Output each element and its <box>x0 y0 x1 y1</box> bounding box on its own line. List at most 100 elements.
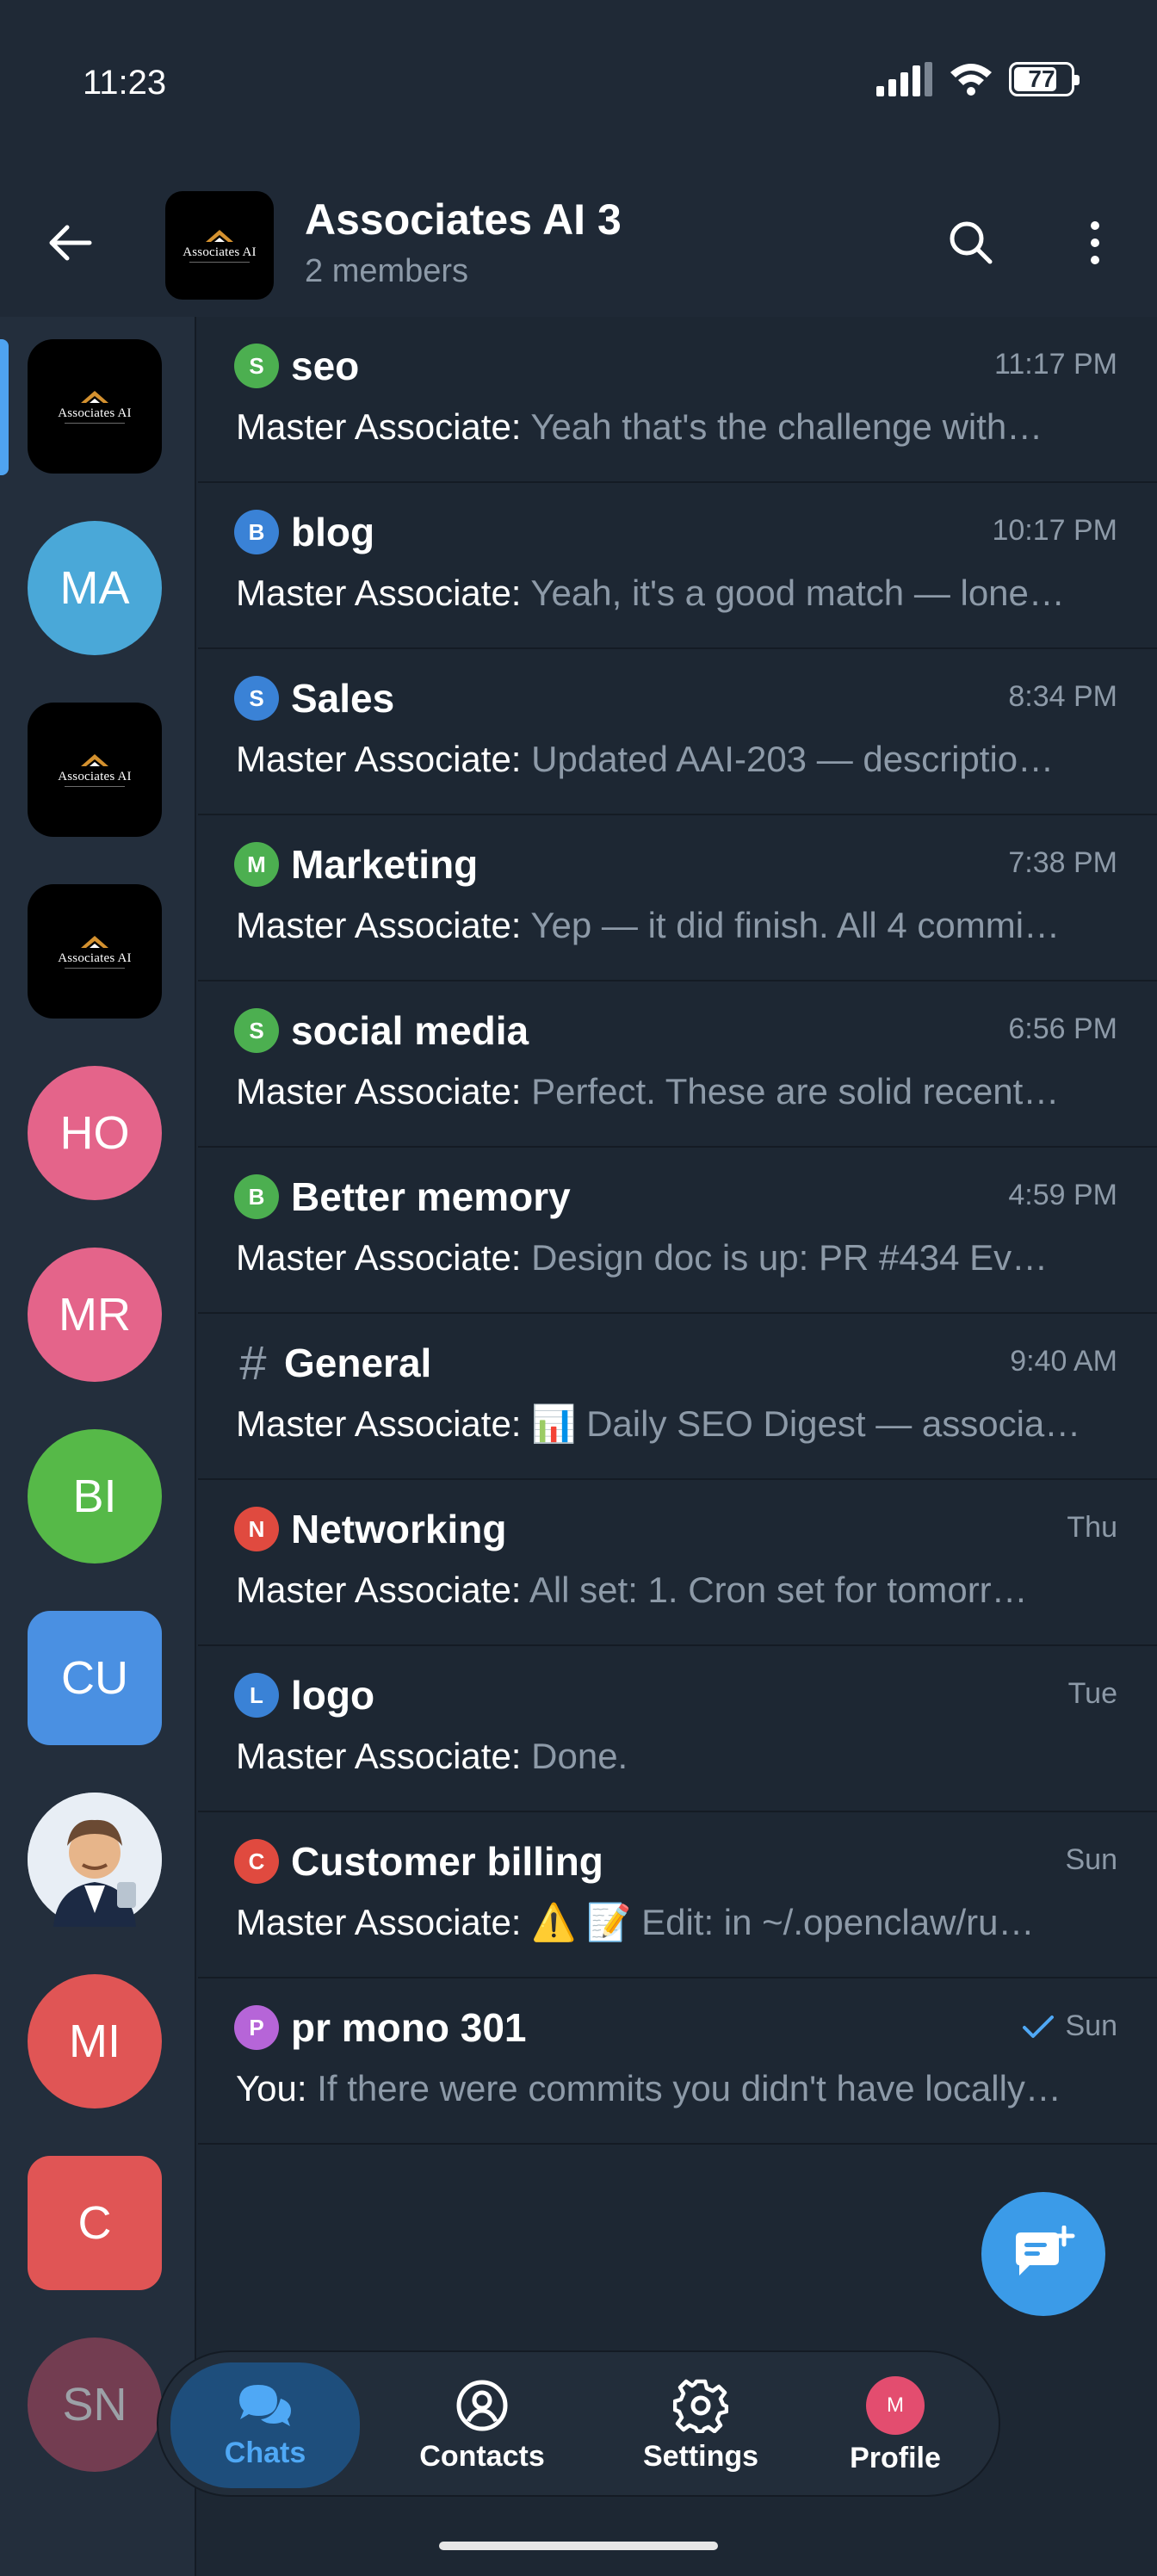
preview-sender: Master Associate: <box>236 573 522 613</box>
topic-badge: C <box>234 1839 279 1884</box>
rail-item-associates-ai[interactable]: Associates AI <box>28 339 162 474</box>
rail-item-c[interactable]: C <box>28 2156 162 2290</box>
preview-sender: Master Associate: <box>236 1403 522 1444</box>
topic-row[interactable]: Sseo 11:17 PM Master Associate: Yeah that'… <box>198 317 1157 483</box>
topic-title: Better memory <box>291 1174 571 1219</box>
rail-item-bi[interactable]: BI <box>28 1429 162 1564</box>
rail-item-sn[interactable]: SN <box>28 2338 162 2472</box>
preview-text: All set: 1. Cron set for tomorr… <box>529 1570 1028 1610</box>
topic-time: Tue <box>1068 1677 1117 1711</box>
topic-row[interactable]: S Sales 8:34 PM Master Associate: Updated A… <box>198 649 1157 815</box>
topic-row[interactable]: Ssocial media 6:56 PM Master Associate: Pe… <box>198 981 1157 1148</box>
topic-row[interactable]: N Networking Thu Master Associate: All set:… <box>198 1480 1157 1646</box>
preview-text: Yep — it did finish. All 4 commi… <box>530 905 1061 945</box>
preview-sender: Master Associate: <box>236 1902 522 1942</box>
nav-contacts[interactable]: Contacts <box>387 2362 577 2488</box>
rail-item-ma[interactable]: MA <box>28 521 162 655</box>
nav-settings[interactable]: Settings <box>606 2362 795 2488</box>
message-preview: Master Associate: Done. <box>236 1736 1126 1777</box>
nav-profile[interactable]: M Profile <box>801 2362 990 2488</box>
topic-badge: S <box>234 1008 279 1053</box>
preview-sender: Master Associate: <box>236 1570 522 1610</box>
topic-title: Customer billing <box>291 1839 603 1884</box>
preview-text: ⚠️ 📝 Edit: in ~/.openclaw/ru… <box>531 1902 1035 1942</box>
new-topic-button[interactable] <box>981 2192 1105 2316</box>
group-title[interactable]: Associates AI 3 <box>305 195 622 245</box>
message-preview: Master Associate: ⚠️ 📝 Edit: in ~/.openc… <box>236 1902 1126 1944</box>
topic-time: 11:17 PM <box>994 348 1117 381</box>
wifi-icon <box>950 64 992 96</box>
search-icon[interactable] <box>944 215 999 270</box>
topic-time: Thu <box>1067 1511 1117 1545</box>
message-preview: Master Associate: Updated AAI-203 — desc… <box>236 739 1126 780</box>
profile-avatar: M <box>866 2375 925 2435</box>
topic-time-text: Thu <box>1067 1511 1117 1544</box>
preview-sender: Master Associate: <box>236 406 522 447</box>
nav-contacts-label: Contacts <box>419 2439 545 2473</box>
rail-item-associates-ai[interactable]: Associates AI <box>28 703 162 837</box>
topic-row[interactable]: M Marketing 7:38 PM Master Associate: Yep —… <box>198 815 1157 981</box>
topic-badge: N <box>234 1507 279 1551</box>
preview-text: Yeah that's the challenge with… <box>530 406 1043 447</box>
topic-title: logo <box>291 1673 375 1718</box>
preview-text: Updated AAI-203 — descriptio… <box>531 739 1055 779</box>
preview-sender: Master Associate: <box>236 1237 522 1278</box>
topic-title-wrap: S Sales <box>234 675 394 721</box>
topic-title: Sales <box>291 676 395 721</box>
nav-chats[interactable]: Chats <box>170 2362 360 2488</box>
topic-time: Sun <box>1021 2009 1117 2043</box>
preview-text: If there were commits you didn't have lo… <box>317 2068 1061 2108</box>
topic-title: seo <box>291 344 360 388</box>
rail-item-initials: SN <box>62 2379 127 2430</box>
message-preview: Master Associate: Yeah, it's a good matc… <box>236 573 1126 614</box>
rail-item-photo-avatar[interactable] <box>28 1793 162 1927</box>
member-count: 2 members <box>305 253 469 289</box>
topic-list: Sseo 11:17 PM Master Associate: Yeah that'… <box>198 317 1157 2145</box>
home-indicator[interactable] <box>439 2542 718 2550</box>
message-preview: You: If there were commits you didn't ha… <box>236 2068 1126 2109</box>
rail-item-mr[interactable]: MR <box>28 1248 162 1382</box>
rail-item-cu[interactable]: CU <box>28 1611 162 1745</box>
message-preview: Master Associate: Design doc is up: PR #… <box>236 1237 1126 1279</box>
rail-item-initials: MR <box>59 1289 131 1341</box>
topic-time: 9:40 AM <box>1010 1345 1117 1378</box>
topic-row[interactable]: B Better memory 4:59 PM Master Associate: D… <box>198 1148 1157 1314</box>
topic-row[interactable]: Bblog 10:17 PM Master Associate: Yeah, it'… <box>198 483 1157 649</box>
topic-title-wrap: C Customer billing <box>234 1838 603 1885</box>
topic-row[interactable]: # General 9:40 AM Master Associate: 📊 Daily… <box>198 1314 1157 1480</box>
topic-title-wrap: Bblog <box>234 509 374 555</box>
topic-title-wrap: M Marketing <box>234 841 478 888</box>
message-preview: Master Associate: Yep — it did finish. A… <box>236 905 1126 946</box>
topic-badge: M <box>234 842 279 887</box>
status-bar: 11:23 77 <box>0 0 1157 172</box>
message-preview: Master Associate: Perfect. These are sol… <box>236 1071 1126 1112</box>
associates-ai-logo: Associates AI <box>58 389 132 424</box>
group-avatar[interactable]: Associates AI <box>165 191 274 300</box>
topic-badge: B <box>234 1174 279 1219</box>
nav-settings-label: Settings <box>642 2439 759 2473</box>
topic-title-wrap: Ssocial media <box>234 1007 529 1054</box>
topic-row[interactable]: Llogo Tue Master Associate: Done. <box>198 1646 1157 1812</box>
topic-time-text: 11:17 PM <box>993 348 1117 381</box>
back-arrow-icon[interactable] <box>43 215 98 270</box>
rail-item-associates-ai[interactable]: Associates AI <box>28 884 162 1019</box>
topic-time-text: 9:40 AM <box>1010 1345 1117 1378</box>
topic-title-wrap: # General <box>234 1339 432 1387</box>
preview-sender: Master Associate: <box>236 739 522 779</box>
topic-title: General <box>284 1341 432 1385</box>
topic-title-wrap: Sseo <box>234 343 359 389</box>
rail-item-ho[interactable]: HO <box>28 1066 162 1200</box>
more-options-icon[interactable] <box>1067 215 1123 270</box>
battery-icon: 77 <box>1009 62 1080 96</box>
topic-time-text: 10:17 PM <box>992 514 1117 547</box>
gear-icon <box>673 2379 728 2433</box>
signal-icon <box>876 62 932 96</box>
topic-row[interactable]: C Customer billing Sun Master Associate: ⚠️… <box>198 1812 1157 1978</box>
associates-ai-logo: Associates AI <box>183 228 257 263</box>
topic-time-text: 6:56 PM <box>1008 1012 1117 1045</box>
topic-row[interactable]: Ppr mono 301 Sun You: If there were commit… <box>198 1978 1157 2145</box>
status-time: 11:23 <box>83 64 167 102</box>
preview-text: 📊 Daily SEO Digest — associa… <box>531 1403 1081 1444</box>
rail-item-mi[interactable]: MI <box>28 1974 162 2108</box>
preview-sender: Master Associate: <box>236 905 522 945</box>
